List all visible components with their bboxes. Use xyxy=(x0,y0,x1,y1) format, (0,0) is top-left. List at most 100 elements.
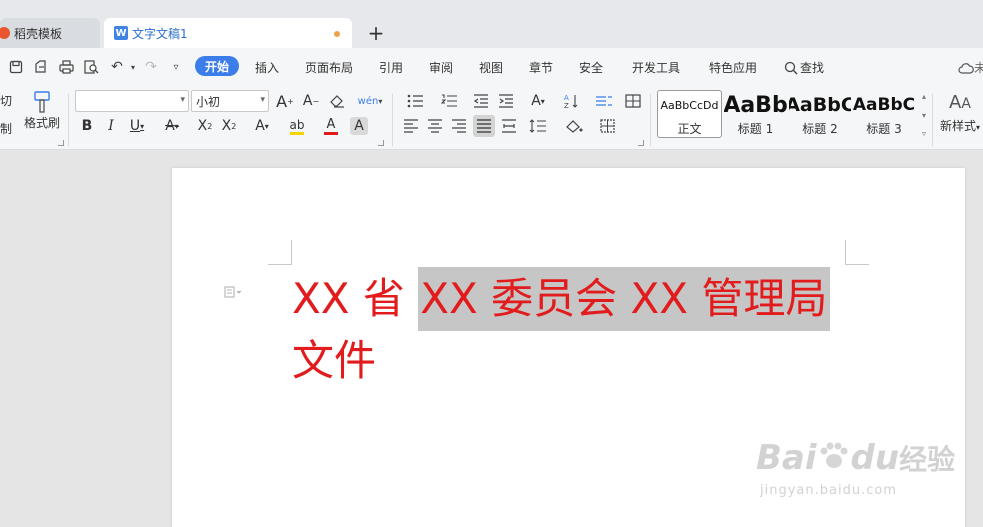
cloud-sync[interactable]: 未 xyxy=(958,59,983,76)
crop-mark xyxy=(845,240,846,264)
ribbon-separator xyxy=(392,94,393,146)
chevron-up-icon[interactable]: ▴ xyxy=(922,92,926,101)
expand-gallery-icon[interactable]: ▿ xyxy=(922,129,926,138)
save-icon[interactable] xyxy=(7,58,25,76)
tab-bar: 稻壳模板 W 文字文稿1 + xyxy=(0,0,983,48)
shrink-font-icon[interactable]: A − xyxy=(300,90,322,112)
menu-home[interactable]: 开始 xyxy=(195,56,239,76)
group-dialog-launcher[interactable] xyxy=(378,140,384,146)
chevron-down-icon: ▾ xyxy=(180,95,185,105)
style-heading-2[interactable]: AaBbC 标题 2 xyxy=(789,90,851,138)
sort-icon[interactable]: AZ xyxy=(560,90,582,112)
highlight-icon: ab xyxy=(289,117,305,132)
print-icon[interactable] xyxy=(57,58,75,76)
docer-icon xyxy=(0,27,10,39)
text-effect-icon[interactable]: A ▾ xyxy=(248,115,276,137)
search-icon xyxy=(784,61,798,74)
baidu-watermark-url: jingyan.baidu.com xyxy=(760,483,897,498)
style-preview: AaBb xyxy=(724,92,787,118)
tab-document[interactable]: W 文字文稿1 xyxy=(104,18,352,48)
tab-docer-templates[interactable]: 稻壳模板 xyxy=(0,18,100,48)
line-spacing-options-icon[interactable] xyxy=(590,90,618,112)
subscript-icon[interactable]: X2 xyxy=(218,115,240,137)
print-preview-icon[interactable] xyxy=(82,58,100,76)
underline-icon[interactable]: U ▾ xyxy=(124,115,150,137)
numbered-list-icon[interactable] xyxy=(436,90,464,112)
ribbon-separator xyxy=(650,94,651,146)
menu-view[interactable]: 视图 xyxy=(479,59,503,76)
group-dialog-launcher[interactable] xyxy=(638,140,644,146)
highlight-color-button[interactable]: ab xyxy=(282,115,312,137)
shading-icon[interactable] xyxy=(560,115,588,137)
clear-format-icon[interactable] xyxy=(327,90,349,112)
menu-security[interactable]: 安全 xyxy=(579,59,603,76)
font-color-button[interactable]: A xyxy=(316,115,346,137)
character-shading-icon[interactable]: A xyxy=(350,117,368,135)
copy-button[interactable]: 制 xyxy=(0,120,12,137)
phonetic-guide-icon[interactable]: wén ▾ xyxy=(356,90,384,112)
style-gallery-scroll[interactable]: ▴ ▾ ▿ xyxy=(919,92,929,138)
font-size-combo[interactable]: 小初 ▾ xyxy=(191,90,269,112)
style-preview: AaBbC xyxy=(789,94,851,116)
menu-special-apps[interactable]: 特色应用 xyxy=(709,59,757,76)
line-spacing-icon[interactable] xyxy=(524,115,552,137)
align-right-icon[interactable] xyxy=(448,115,470,137)
strikethrough-icon[interactable]: A ▾ xyxy=(158,115,186,137)
style-preview: AaBbC xyxy=(853,95,915,115)
align-left-icon[interactable] xyxy=(400,115,422,137)
unsaved-indicator xyxy=(334,31,340,37)
svg-text:A: A xyxy=(564,94,569,102)
style-label: 标题 1 xyxy=(737,122,774,136)
export-icon[interactable] xyxy=(32,58,50,76)
text-direction-icon[interactable]: A ▾ xyxy=(524,90,552,112)
new-tab-button[interactable]: + xyxy=(364,20,388,46)
document-line-1[interactable]: XX 省 XX 委员会 XX 管理局 xyxy=(292,267,831,331)
font-name-combo[interactable]: ▾ xyxy=(75,90,189,112)
align-center-icon[interactable] xyxy=(424,115,446,137)
style-heading-3[interactable]: AaBbC 标题 3 xyxy=(853,90,915,138)
tab-label: 稻壳模板 xyxy=(14,26,63,41)
ribbon-separator xyxy=(932,94,933,146)
highlight-color-bar xyxy=(290,131,304,135)
menu-review[interactable]: 审阅 xyxy=(429,59,453,76)
grow-font-icon[interactable]: A + xyxy=(274,90,296,112)
menu-references[interactable]: 引用 xyxy=(379,59,403,76)
distributed-align-icon[interactable] xyxy=(498,115,520,137)
menu-page-layout[interactable]: 页面布局 xyxy=(305,59,353,76)
menu-find[interactable]: 查找 xyxy=(784,59,824,76)
cloud-label: 未 xyxy=(974,61,983,75)
group-dialog-launcher[interactable] xyxy=(58,140,64,146)
cloud-icon xyxy=(958,62,974,74)
increase-indent-icon[interactable] xyxy=(495,90,517,112)
format-painter-button[interactable]: 格式刷 xyxy=(22,90,62,131)
chevron-down-icon: ▾ xyxy=(260,95,265,105)
bold-icon[interactable]: B xyxy=(76,115,98,137)
paragraph-layout-icon[interactable] xyxy=(224,286,242,301)
document-line-2[interactable]: 文件 xyxy=(292,340,376,382)
italic-icon[interactable]: I xyxy=(100,115,122,137)
justify-icon[interactable] xyxy=(473,115,495,137)
menu-developer-tools[interactable]: 开发工具 xyxy=(632,59,680,76)
new-style-label: 新样式▾ xyxy=(939,119,981,133)
crop-mark xyxy=(845,264,869,265)
style-normal[interactable]: AaBbCcDd 正文 xyxy=(657,90,722,138)
menu-insert[interactable]: 插入 xyxy=(255,59,279,76)
new-style-button[interactable]: AA 新样式▾ xyxy=(937,90,983,134)
chevron-down-icon[interactable]: ▾ xyxy=(922,111,926,120)
baidu-watermark: Bai du经验 xyxy=(756,438,956,478)
decrease-indent-icon[interactable] xyxy=(470,90,492,112)
redo-icon[interactable]: ↷ xyxy=(142,58,160,76)
bullet-list-icon[interactable] xyxy=(402,90,430,112)
customize-toolbar-icon[interactable]: ▿ xyxy=(167,58,185,76)
menu-bar: ↶ ▾ ↷ ▿ 开始 插入 页面布局 引用 审阅 视图 章节 安全 开发工具 特… xyxy=(0,48,983,86)
superscript-icon[interactable]: X2 xyxy=(194,115,216,137)
find-label: 查找 xyxy=(800,61,825,75)
undo-dropdown-icon[interactable]: ▾ xyxy=(124,58,142,76)
doc-text-selection[interactable]: XX 委员会 XX 管理局 xyxy=(418,267,831,331)
cut-button[interactable]: 切 xyxy=(0,92,12,109)
borders-icon[interactable] xyxy=(594,115,622,137)
menu-chapter[interactable]: 章节 xyxy=(529,59,553,76)
font-size-value: 小初 xyxy=(196,94,221,109)
table-borders-icon[interactable] xyxy=(622,90,644,112)
style-heading-1[interactable]: AaBb 标题 1 xyxy=(724,90,787,138)
